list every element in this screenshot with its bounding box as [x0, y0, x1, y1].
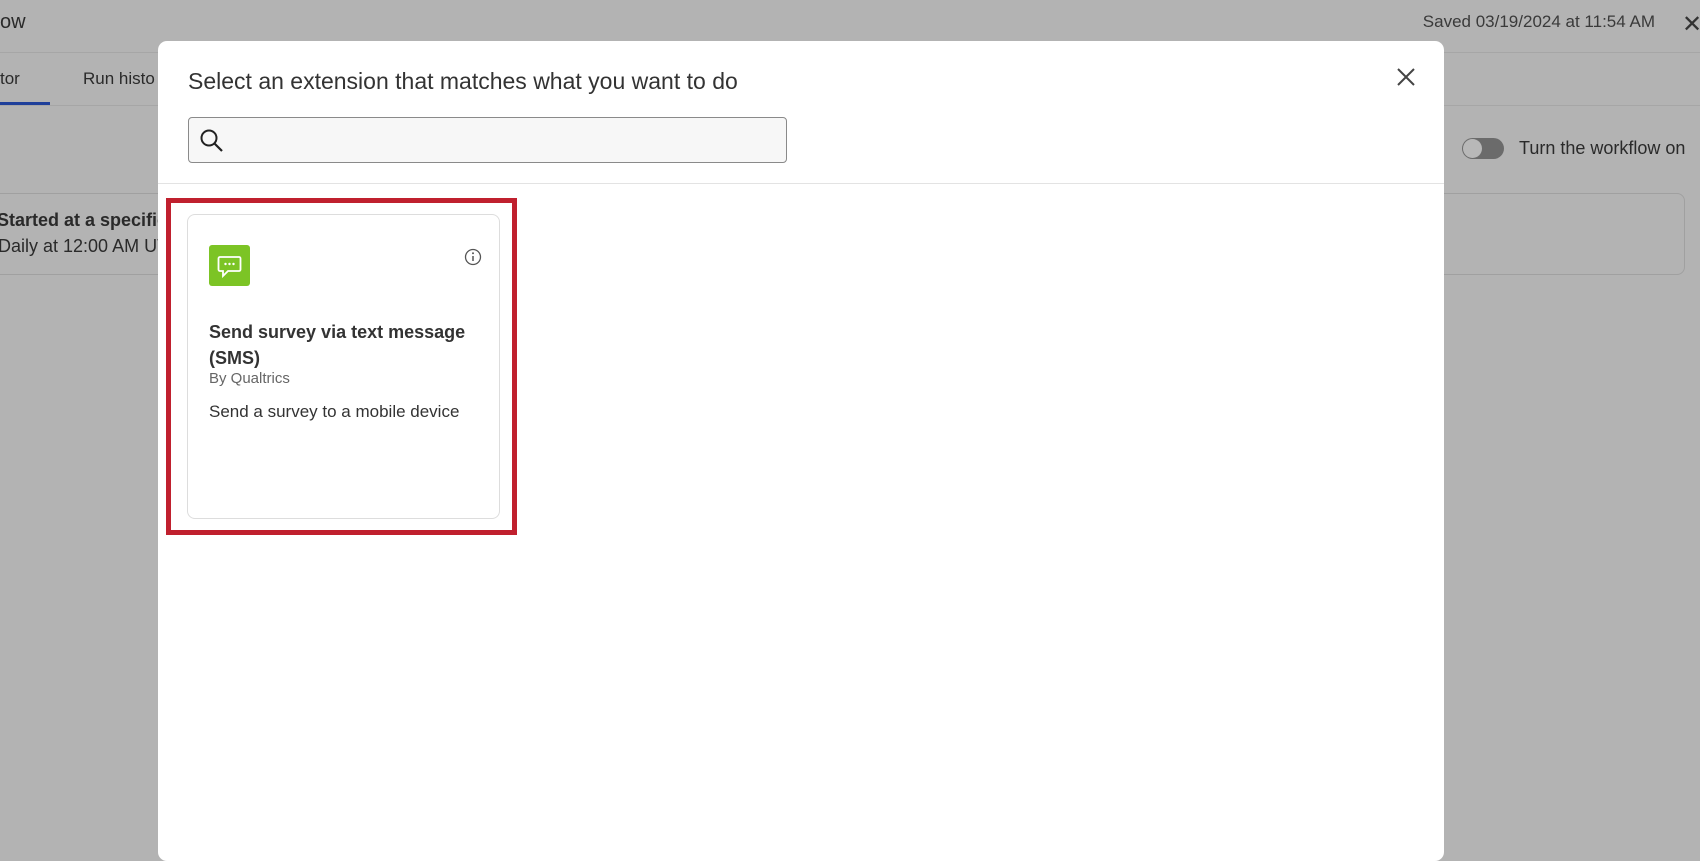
extension-modal: Select an extension that matches what yo… [158, 41, 1444, 861]
trigger-subtitle: Daily at 12:00 AM UT [0, 236, 169, 256]
sms-extension-icon [209, 245, 250, 286]
modal-title: Select an extension that matches what yo… [188, 68, 738, 94]
close-page-icon[interactable]: ✕ [1682, 10, 1700, 39]
extension-author: By Qualtrics [209, 370, 290, 387]
toggle-label: Turn the workflow on [1519, 138, 1686, 158]
workflow-toggle[interactable] [1462, 138, 1504, 159]
page-title: ow [0, 11, 26, 33]
tab-run-history[interactable]: Run histo [83, 69, 155, 89]
close-modal-button[interactable] [1394, 65, 1418, 89]
close-icon [1397, 68, 1415, 86]
extension-card-sms[interactable]: Send survey via text message (SMS) By Qu… [187, 214, 500, 519]
extension-title: Send survey via text message (SMS) [209, 322, 466, 368]
info-icon[interactable] [464, 248, 482, 266]
search-icon [200, 129, 223, 152]
saved-status: Saved 03/19/2024 at 11:54 AM [1422, 12, 1655, 31]
trigger-title: Started at a specific [0, 210, 168, 230]
search-field[interactable] [188, 117, 787, 163]
extension-description: Send a survey to a mobile device [209, 402, 460, 421]
divider [158, 183, 1444, 184]
tab-editor[interactable]: tor [0, 69, 20, 89]
search-input[interactable] [189, 118, 786, 162]
chat-bubble-icon [217, 256, 242, 279]
